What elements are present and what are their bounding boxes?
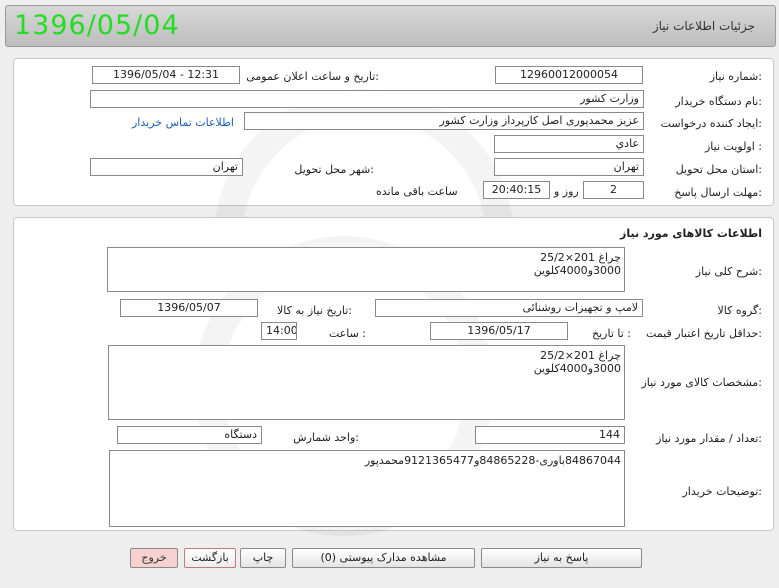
deadline-time-field: 20:40:15 bbox=[483, 181, 550, 199]
city-field: تهران bbox=[90, 158, 243, 176]
goods-section-title: اطلاعات کالاهای مورد نیاز bbox=[620, 227, 762, 240]
until-date-field: 1396/05/17 bbox=[430, 322, 568, 340]
specs-field: چراغ 201×25/2 3000و4000کلوین bbox=[108, 345, 625, 420]
announce-date-label: تاریخ و ساعت اعلان عمومی: bbox=[246, 70, 379, 83]
creator-label: ایجاد کننده درخواست: bbox=[660, 117, 762, 130]
until-date-label: تا تاریخ : bbox=[592, 327, 631, 340]
quantity-label: تعداد / مقدار مورد نیاز: bbox=[656, 432, 762, 445]
header-date: 1396/05/04 bbox=[14, 10, 180, 41]
day-and-label: روز و bbox=[554, 185, 579, 198]
time-field: 14:00 bbox=[261, 322, 297, 340]
need-number-field: 12960012000054 bbox=[495, 66, 643, 84]
page-title: جزئیات اطلاعات نیاز bbox=[652, 19, 755, 33]
specs-label: مشخصات کالای مورد نیاز: bbox=[641, 376, 762, 389]
view-attachments-button[interactable]: مشاهده مدارک پیوستی (0) bbox=[292, 548, 475, 568]
announce-date-field: 1396/05/04 - 12:31 bbox=[92, 66, 240, 84]
need-date-field: 1396/05/07 bbox=[120, 299, 258, 317]
page-header: 1396/05/04 جزئیات اطلاعات نیاز bbox=[5, 5, 776, 47]
need-date-label: تاریخ نیاز به کالا: bbox=[277, 304, 352, 317]
back-button[interactable]: بازگشت bbox=[184, 548, 236, 568]
buyer-org-label: نام دستگاه خریدار: bbox=[675, 95, 762, 108]
time-label: ساعت : bbox=[328, 327, 366, 340]
reply-button[interactable]: پاسخ به نیاز bbox=[481, 548, 642, 568]
deadline-label: مهلت ارسال پاسخ: bbox=[674, 186, 762, 199]
buyer-notes-field: 84867044باوری-84865228و9121365477محمدپور bbox=[109, 450, 625, 527]
buyer-org-field: وزارت کشور bbox=[90, 90, 644, 108]
priority-field: عادي bbox=[494, 135, 644, 153]
exit-button[interactable]: خروج bbox=[130, 548, 178, 568]
print-button[interactable]: چاپ bbox=[240, 548, 286, 568]
deadline-days-field: 2 bbox=[583, 181, 644, 199]
need-number-label: شماره نیاز: bbox=[709, 70, 762, 83]
buyer-notes-label: توضیحات خریدار: bbox=[682, 485, 763, 498]
remaining-label: ساعت باقی مانده bbox=[376, 185, 458, 198]
unit-label: واحد شمارش: bbox=[293, 431, 359, 444]
unit-field: دستگاه bbox=[117, 426, 262, 444]
goods-group-field: لامپ و تجهیزات روشنائی bbox=[375, 299, 643, 317]
goods-group-label: گروه کالا: bbox=[717, 304, 762, 317]
summary-label: شرح کلی نیاز: bbox=[695, 265, 762, 278]
summary-field: چراغ 201×25/2 3000و4000کلوین bbox=[107, 247, 625, 292]
buyer-contact-link[interactable]: اطلاعات تماس خریدار bbox=[132, 116, 234, 129]
creator-field: عزیز محمدپوری اصل کارپرداز وزارت کشور bbox=[244, 112, 644, 130]
city-label: شهر محل تحویل: bbox=[294, 163, 374, 176]
min-validity-label: حداقل تاریخ اعتبار قیمت: bbox=[646, 327, 762, 340]
priority-label: اولویت نیاز : bbox=[704, 140, 762, 153]
quantity-field: 144 bbox=[475, 426, 625, 444]
province-label: استان محل تحویل: bbox=[675, 163, 762, 176]
province-field: تهران bbox=[494, 158, 644, 176]
